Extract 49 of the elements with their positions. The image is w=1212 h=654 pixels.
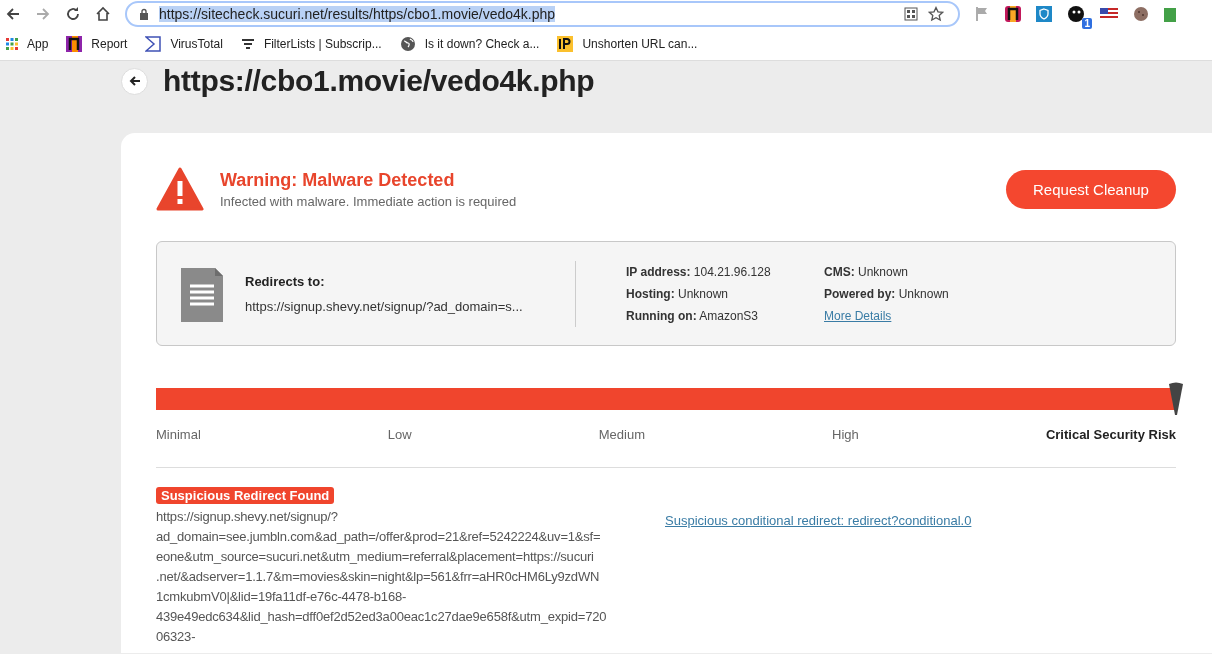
notification-count: 1	[1082, 18, 1092, 29]
site-info-field: Hosting: Unknown	[626, 286, 824, 301]
risk-level-label: Minimal	[156, 427, 201, 442]
home-icon[interactable]	[95, 6, 111, 22]
star-icon[interactable]	[928, 6, 944, 22]
url-text: https://sitecheck.sucuri.net/results/https/cbo1.movie/vedo4k.php	[159, 6, 556, 22]
back-icon[interactable]	[5, 6, 21, 22]
lock-icon	[139, 8, 149, 20]
bookmark-item[interactable]: App	[6, 37, 49, 51]
warning-title: Warning: Malware Detected	[220, 169, 456, 191]
address-bar[interactable]: https://sitecheck.sucuri.net/results/https/cbo1.movie/vedo4k.php	[125, 1, 960, 27]
apps-grid-icon	[6, 38, 18, 50]
site-info-field: Powered by: Unknown	[824, 286, 1024, 301]
site-info-field: IP address: 104.21.96.128	[626, 264, 824, 279]
risk-level-label: Low	[387, 427, 412, 442]
redirect-url-text: https://signup.shevy.net/signup/? ad_domain=see.jumbln.com&ad_path=/offer&prod=21&ref=5242224&uv=1&sf= eone&utm_source=sucuri.net&utm_medium=referral&placement=https://sucuri .net/&adserver=1.1.7&m=movies&skin=night&lp=561&frr=aHR0cHM6Ly9zdWN 1cmkubmV0|&lid=19fa11df-e76c-4478-b168- 439e49edc634&lid_hash=dff0ef2d52ed3a00eac1c27dae9e658f&utm_expid=720 06323-	[156, 508, 608, 646]
bookmark-item[interactable]: Report	[66, 36, 128, 52]
filter-icon	[240, 38, 255, 50]
globe-icon	[399, 36, 416, 52]
risk-level-label: High	[832, 427, 859, 442]
site-info-field: CMS: Unknown	[824, 264, 1024, 279]
bookmark-item[interactable]: Is it down? Check a...	[399, 36, 540, 52]
redirect-detail-link[interactable]: Suspicious conditional redirect: redirect?conditional.0	[665, 513, 972, 529]
rainbow-n-icon[interactable]	[1005, 6, 1021, 22]
risk-level-label: Medium	[598, 427, 646, 442]
site-info-field: Running on: AmazonS3	[626, 308, 824, 323]
page-title: https://cbo1.movie/vedo4k.php	[163, 64, 595, 98]
cookie-icon[interactable]	[1133, 6, 1149, 22]
more-details-link[interactable]: More Details	[824, 308, 1024, 323]
sigma-icon	[145, 36, 162, 52]
redirect-label: Redirects to:	[245, 273, 326, 289]
finding-tag: Suspicious Redirect Found	[156, 487, 335, 504]
risk-level-label: Critical Security Risk	[1045, 427, 1176, 442]
bookmark-item[interactable]: Unshorten URL can...	[557, 36, 698, 52]
shield-icon[interactable]	[1036, 6, 1052, 22]
reload-icon[interactable]	[65, 6, 81, 22]
rainbow-n-icon	[66, 36, 83, 52]
bookmark-item[interactable]: FilterLists | Subscrip...	[240, 37, 382, 51]
redirect-url: https://signup.shevy.net/signup/?ad_domain=s...	[245, 298, 524, 314]
bookmark-item[interactable]: VirusTotal	[145, 36, 223, 52]
grid-icon[interactable]	[904, 7, 918, 21]
smiley-icon[interactable]	[1067, 5, 1085, 23]
us-flag-icon[interactable]	[1100, 8, 1118, 20]
back-button[interactable]	[121, 67, 148, 95]
warning-icon	[156, 167, 204, 211]
request-cleanup-button[interactable]: Request Cleanup	[1006, 169, 1176, 209]
warning-subtitle: Infected with malware. Immediate action is required	[220, 193, 517, 209]
ip-logo-icon	[557, 36, 574, 52]
back-arrow-icon	[127, 74, 142, 88]
